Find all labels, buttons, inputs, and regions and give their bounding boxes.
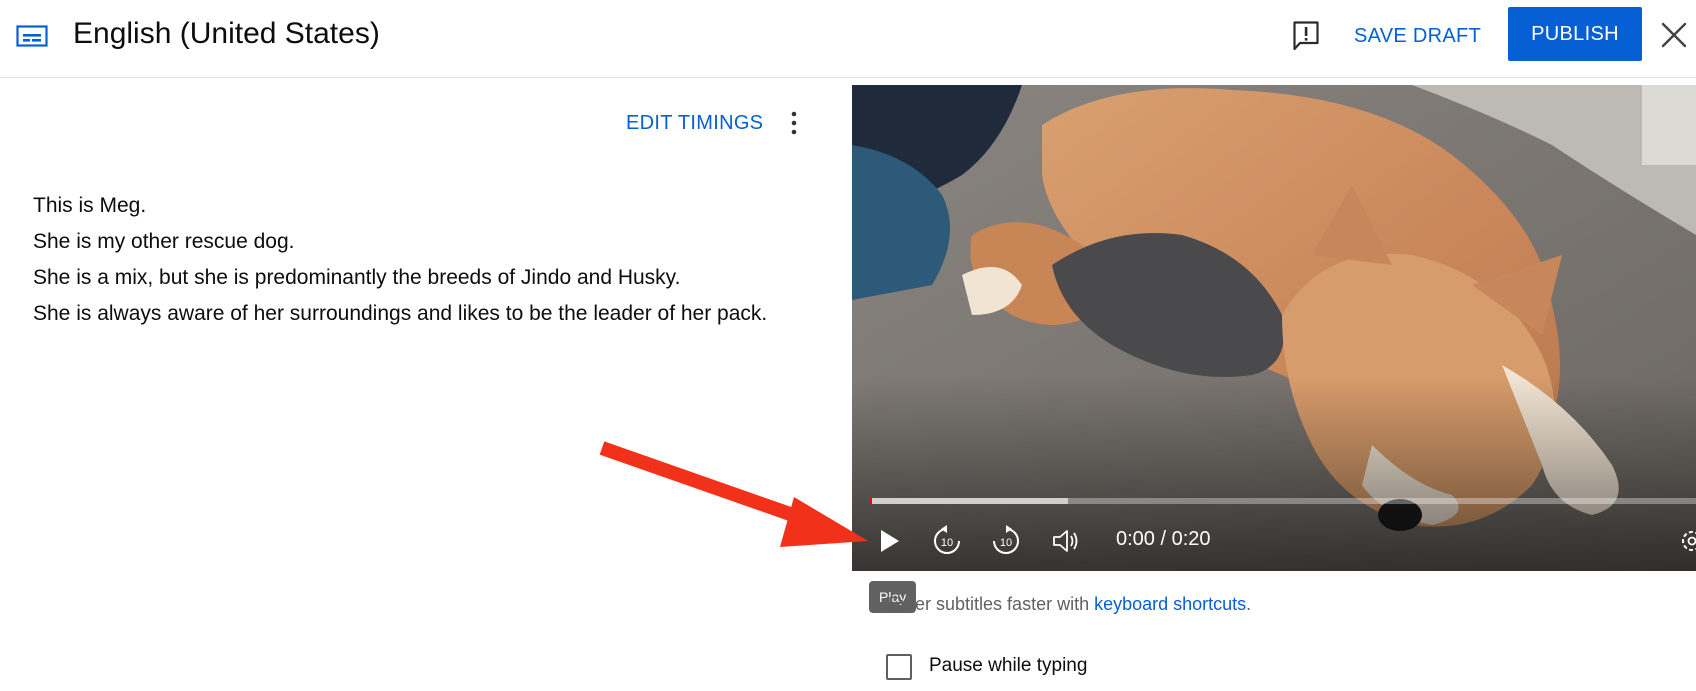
pause-while-typing-checkbox[interactable]: [886, 654, 912, 680]
settings-icon[interactable]: [1672, 521, 1696, 561]
editor-header: English (United States) SAVE DRAFT PUBLI…: [0, 0, 1696, 78]
keyboard-shortcuts-hint: Enter subtitles faster with keyboard sho…: [888, 594, 1251, 615]
keyboard-shortcuts-link[interactable]: keyboard shortcuts: [1094, 594, 1246, 614]
play-icon[interactable]: [868, 521, 908, 561]
close-icon[interactable]: [1656, 17, 1692, 53]
time-display: 0:00 / 0:20: [1116, 528, 1211, 550]
hint-text: Enter subtitles faster with: [888, 594, 1095, 614]
transcript-line: She is a mix, but she is predominantly t…: [33, 266, 681, 289]
edit-timings-button[interactable]: EDIT TIMINGS: [620, 105, 769, 141]
page-title: English (United States): [73, 17, 380, 50]
rewind-10-icon[interactable]: 10: [927, 521, 967, 561]
progress-played: [870, 498, 872, 504]
progress-buffered: [870, 498, 1069, 504]
transcript-line: This is Meg.: [33, 194, 147, 217]
forward-10-icon[interactable]: 10: [986, 521, 1026, 561]
svg-text:10: 10: [1000, 537, 1012, 549]
svg-text:10: 10: [941, 537, 953, 549]
volume-icon[interactable]: [1046, 521, 1086, 561]
video-player[interactable]: 10 10 0:00 / 0:20: [852, 85, 1696, 571]
publish-button[interactable]: PUBLISH: [1508, 7, 1642, 61]
hint-suffix: .: [1246, 594, 1252, 614]
subtitle-editor: EDIT TIMINGS This is Meg. She is my othe…: [0, 79, 852, 691]
feedback-icon[interactable]: [1292, 20, 1320, 52]
progress-bar[interactable]: [870, 498, 1696, 504]
transcript-line: She is always aware of her surroundings …: [33, 302, 768, 325]
more-vert-icon[interactable]: [780, 108, 808, 138]
subtitles-icon: [16, 25, 48, 47]
transcript-textarea[interactable]: This is Meg. She is my other rescue dog.…: [33, 188, 773, 332]
save-draft-button[interactable]: SAVE DRAFT: [1340, 14, 1495, 58]
pause-while-typing-label: Pause while typing: [929, 655, 1088, 676]
transcript-line: She is my other rescue dog.: [33, 230, 295, 253]
